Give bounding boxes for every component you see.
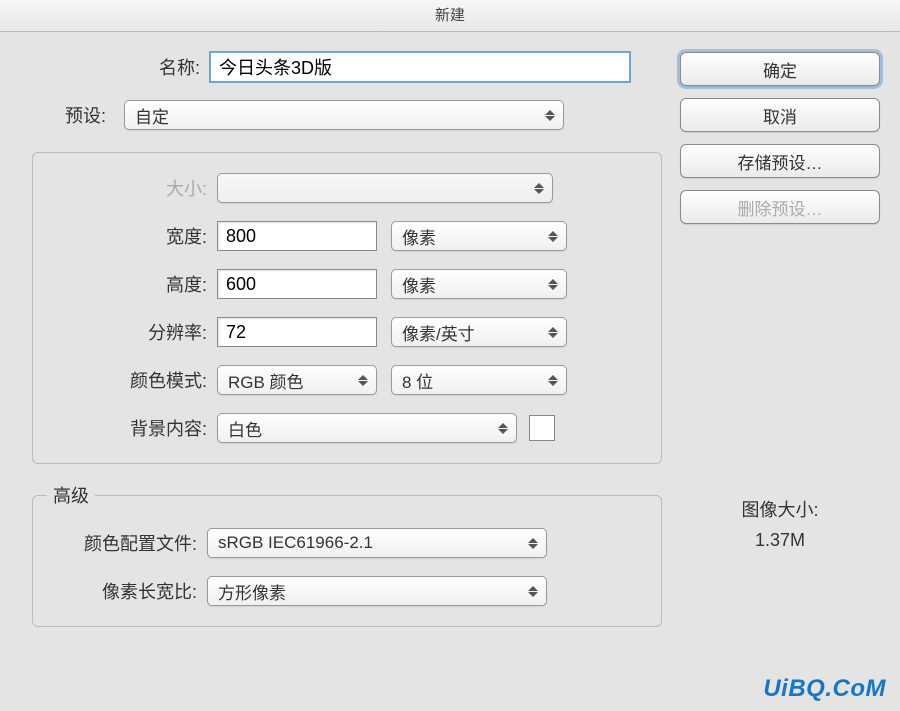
watermark: UiBQ.CoM <box>763 675 886 703</box>
image-size-value: 1.37M <box>680 530 880 551</box>
right-panel: 确定 取消 存储预设… 删除预设… 图像大小: 1.37M <box>680 52 880 627</box>
profile-label: 颜色配置文件: <box>47 530 207 556</box>
updown-icon <box>496 419 510 437</box>
preset-row: 预设: 自定 <box>20 100 662 130</box>
updown-icon <box>532 179 546 197</box>
cancel-button[interactable]: 取消 <box>680 98 880 132</box>
updown-icon <box>546 227 560 245</box>
preset-value: 自定 <box>135 103 169 128</box>
height-unit-select[interactable]: 像素 <box>391 269 567 299</box>
width-unit-select[interactable]: 像素 <box>391 221 567 251</box>
bg-select[interactable]: 白色 <box>217 413 517 443</box>
color-mode-label: 颜色模式: <box>47 367 217 393</box>
updown-icon <box>526 534 540 552</box>
aspect-label: 像素长宽比: <box>47 578 207 604</box>
pixel-aspect-select[interactable]: 方形像素 <box>207 576 547 606</box>
dialog-content: 名称: 预设: 自定 大小: 宽度: 像素 <box>0 32 900 627</box>
name-input[interactable] <box>210 52 630 82</box>
bg-color-swatch[interactable] <box>529 415 555 441</box>
width-row: 宽度: 像素 <box>47 221 647 251</box>
bg-value: 白色 <box>228 416 262 441</box>
aspect-row: 像素长宽比: 方形像素 <box>47 576 647 606</box>
size-row: 大小: <box>47 173 647 203</box>
resolution-input[interactable] <box>217 317 377 347</box>
advanced-group: 高级 颜色配置文件: sRGB IEC61966-2.1 像素长宽比: 方形像素 <box>32 482 662 627</box>
height-row: 高度: 像素 <box>47 269 647 299</box>
resolution-row: 分辨率: 像素/英寸 <box>47 317 647 347</box>
color-mode-value: RGB 颜色 <box>228 368 304 393</box>
profile-row: 颜色配置文件: sRGB IEC61966-2.1 <box>47 528 647 558</box>
width-unit-value: 像素 <box>402 224 436 249</box>
resolution-unit-value: 像素/英寸 <box>402 320 475 345</box>
pixel-aspect-value: 方形像素 <box>218 579 286 604</box>
updown-icon <box>543 106 557 124</box>
updown-icon <box>546 371 560 389</box>
delete-preset-button: 删除预设… <box>680 190 880 224</box>
bg-row: 背景内容: 白色 <box>47 413 647 443</box>
height-input[interactable] <box>217 269 377 299</box>
left-panel: 名称: 预设: 自定 大小: 宽度: 像素 <box>20 52 662 627</box>
bit-depth-value: 8 位 <box>402 368 433 393</box>
width-label: 宽度: <box>47 223 217 249</box>
resolution-label: 分辨率: <box>47 319 217 345</box>
width-input[interactable] <box>217 221 377 251</box>
updown-icon <box>546 275 560 293</box>
updown-icon <box>356 371 370 389</box>
color-profile-value: sRGB IEC61966-2.1 <box>218 533 373 553</box>
resolution-unit-select[interactable]: 像素/英寸 <box>391 317 567 347</box>
color-mode-row: 颜色模式: RGB 颜色 8 位 <box>47 365 647 395</box>
bit-depth-select[interactable]: 8 位 <box>391 365 567 395</box>
titlebar: 新建 <box>0 0 900 32</box>
updown-icon <box>546 323 560 341</box>
ok-button[interactable]: 确定 <box>680 52 880 86</box>
color-profile-select[interactable]: sRGB IEC61966-2.1 <box>207 528 547 558</box>
height-label: 高度: <box>47 271 217 297</box>
preset-group: 大小: 宽度: 像素 高度: 像素 <box>32 152 662 464</box>
image-size-info: 图像大小: 1.37M <box>680 496 880 551</box>
name-label: 名称: <box>20 54 210 80</box>
preset-select[interactable]: 自定 <box>124 100 564 130</box>
size-select <box>217 173 553 203</box>
updown-icon <box>526 582 540 600</box>
height-unit-value: 像素 <box>402 272 436 297</box>
bg-label: 背景内容: <box>47 415 217 441</box>
save-preset-button[interactable]: 存储预设… <box>680 144 880 178</box>
size-label: 大小: <box>47 175 217 201</box>
color-mode-select[interactable]: RGB 颜色 <box>217 365 377 395</box>
name-row: 名称: <box>20 52 662 82</box>
image-size-label: 图像大小: <box>680 496 880 522</box>
preset-label: 预设: <box>20 102 116 128</box>
advanced-legend: 高级 <box>47 482 95 508</box>
